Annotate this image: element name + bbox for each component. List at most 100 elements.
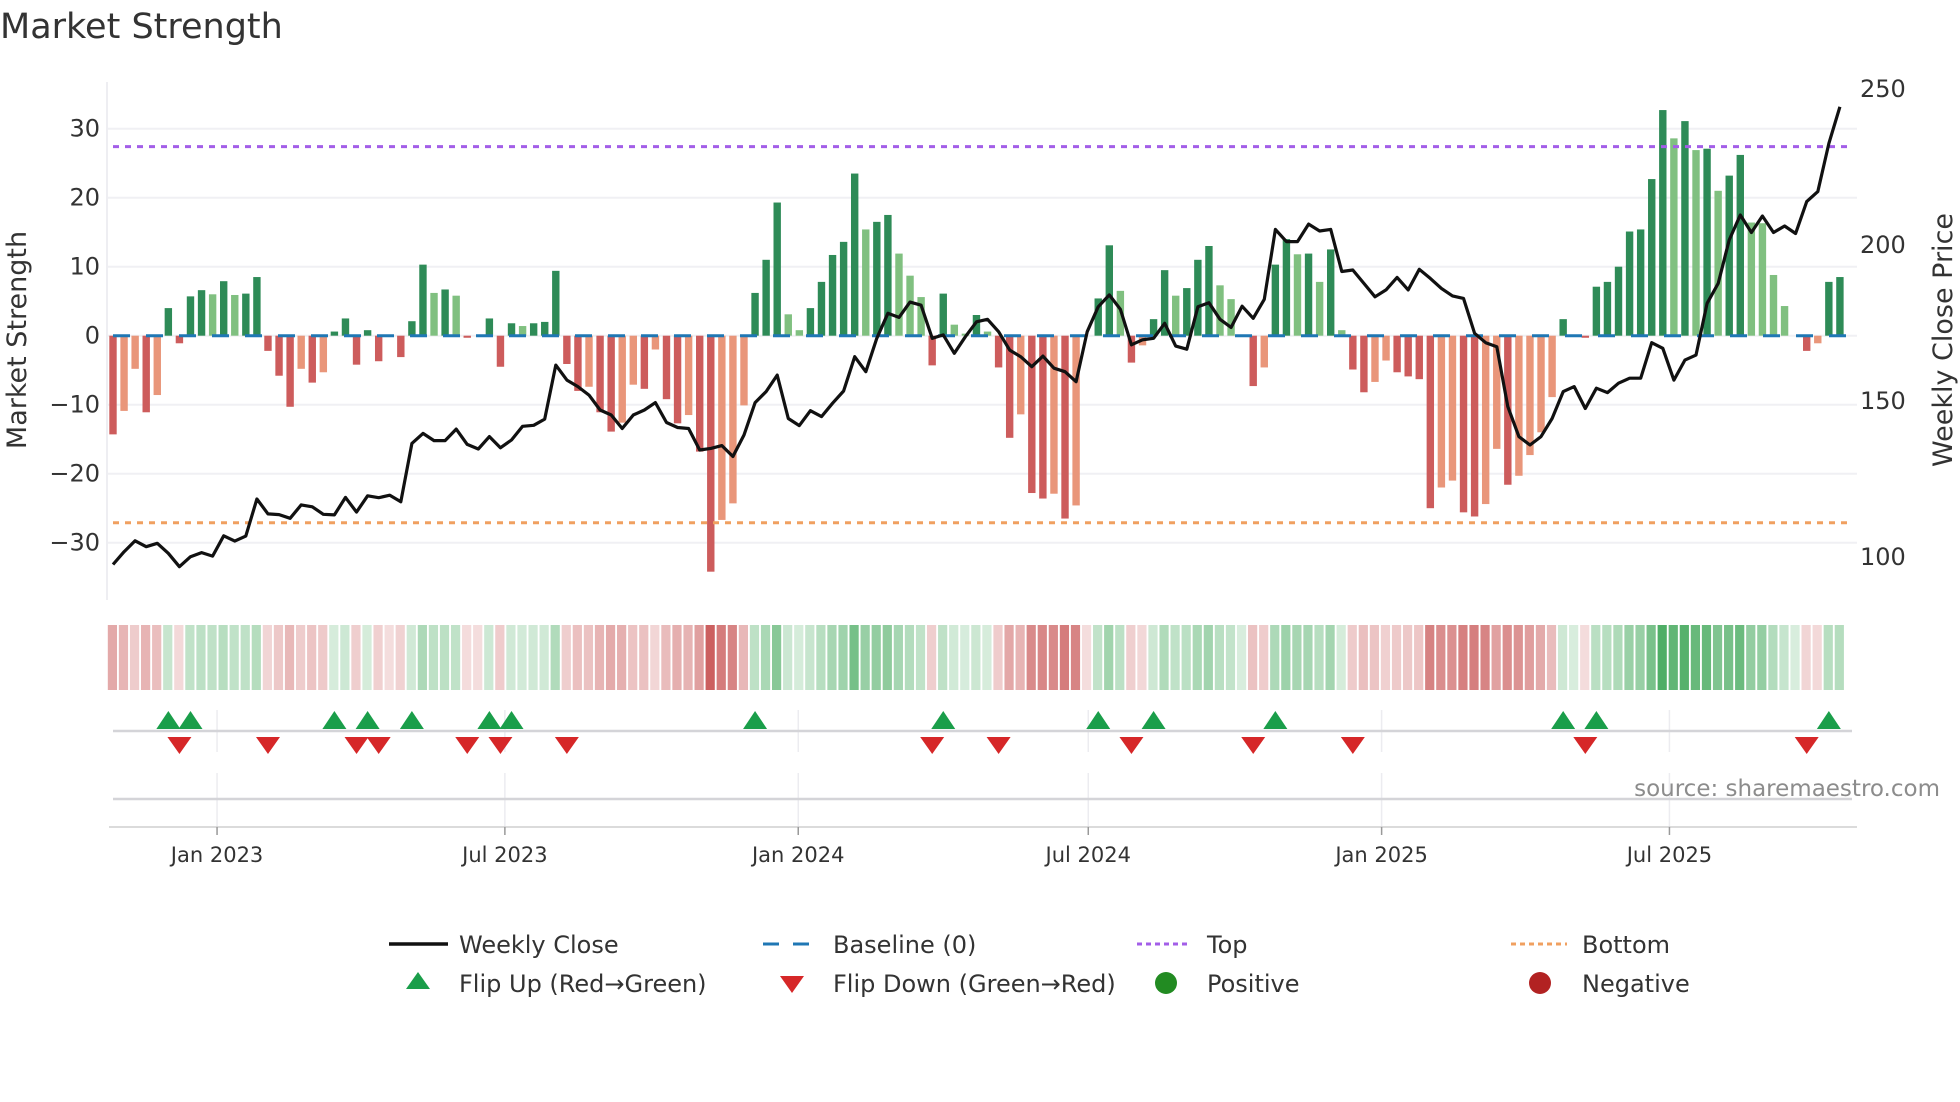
strip-cell (1281, 625, 1291, 690)
strength-bar (1747, 222, 1756, 336)
strength-bar (751, 292, 759, 336)
strip-cell (1303, 625, 1313, 690)
strip-cell (273, 625, 284, 690)
strip-cell (395, 625, 405, 690)
strip-cell (1259, 625, 1269, 690)
strength-bar (197, 290, 206, 336)
strip-cell (1126, 625, 1136, 690)
strip-cell (1004, 625, 1014, 690)
strength-bar (707, 335, 715, 572)
legend-negative[interactable]: Negative (1529, 970, 1690, 998)
legend-baseline[interactable]: Baseline (0) (763, 931, 976, 959)
strip-cell (1768, 625, 1778, 690)
right-axis-title: Weekly Close Price (1928, 213, 1959, 467)
flip-down-marker (554, 737, 579, 754)
flip-down-marker (1119, 737, 1144, 754)
left-axis-title: Market Strength (2, 231, 33, 449)
strip-cell (1757, 625, 1767, 690)
strip-cell (550, 625, 560, 690)
strength-bar (231, 294, 239, 336)
x-tick-label: Jan 2025 (1333, 843, 1428, 867)
strength-bar (120, 335, 128, 411)
strength-bar (441, 289, 449, 336)
strip-cell (982, 625, 992, 690)
strength-bar (253, 277, 261, 336)
x-tick-label: Jul 2024 (1044, 843, 1131, 867)
strength-bar (1293, 254, 1302, 336)
strip-cell (1170, 625, 1180, 690)
strip-cell (1834, 625, 1844, 690)
strip-cell (484, 625, 494, 690)
strip-cell (1436, 625, 1446, 690)
x-tick-label: Jan 2023 (169, 843, 264, 867)
strip-cell (1524, 625, 1534, 690)
strength-bar (1636, 229, 1645, 336)
strength-bar (552, 270, 560, 336)
strength-bar (1592, 286, 1601, 336)
flip-up-marker (1584, 711, 1609, 729)
strip-cell (960, 625, 970, 690)
strength-bar (950, 324, 959, 336)
strength-bar (1836, 277, 1844, 336)
legend-flip-down[interactable]: Flip Down (Green→Red) (780, 970, 1116, 998)
strip-cell (583, 625, 594, 690)
legend-top[interactable]: Top (1137, 931, 1248, 959)
legend-label: Top (1206, 931, 1248, 959)
y-tick-label: 0 (85, 322, 100, 350)
strength-bar (319, 335, 328, 373)
strip-cell (838, 625, 848, 690)
x-tick-label: Jan 2024 (750, 843, 845, 867)
strip-cell (1790, 625, 1800, 690)
strength-bar (1625, 231, 1634, 336)
strength-bar (1803, 335, 1811, 351)
strip-cell (1192, 625, 1202, 690)
legend-bottom[interactable]: Bottom (1511, 931, 1670, 959)
strength-bar (729, 335, 737, 504)
strip-cell (1735, 625, 1745, 690)
strip-cell (107, 625, 117, 690)
strip-cell (1325, 625, 1335, 690)
strength-bar (1758, 223, 1767, 336)
y2-tick-label: 200 (1860, 231, 1906, 259)
legend-flip-up[interactable]: Flip Up (Red→Green) (406, 970, 707, 998)
strength-bar (463, 335, 471, 338)
strip-cell (1137, 625, 1147, 690)
flip-down-marker (1794, 737, 1819, 754)
strength-bar (828, 254, 837, 336)
strip-cell (1613, 625, 1623, 690)
strip-cell (871, 625, 881, 690)
legend-positive[interactable]: Positive (1155, 970, 1300, 998)
strip-cell (1203, 625, 1213, 690)
strip-cell (1724, 625, 1734, 690)
strength-bars (109, 110, 1844, 572)
strength-bar (308, 335, 316, 383)
strip-cell (1380, 625, 1391, 690)
strength-bar (341, 318, 350, 336)
strip-cell (860, 625, 870, 690)
strength-bar (574, 335, 582, 391)
strip-cell (340, 625, 350, 690)
strip-cell (1402, 625, 1413, 690)
strength-bar (994, 335, 1003, 368)
strip-cell (1070, 625, 1081, 690)
strip-cell (1513, 625, 1523, 690)
strip-cell (849, 625, 859, 690)
strength-bar (1415, 335, 1423, 380)
strength-bar (596, 335, 604, 413)
strip-cell (1557, 625, 1568, 690)
strip-cell (307, 625, 317, 690)
strength-bar (352, 335, 361, 365)
strip-cell (207, 625, 217, 690)
strip-cell (351, 625, 361, 690)
strip-cell (517, 625, 527, 690)
strip-cell (915, 625, 926, 690)
strip-cell (1779, 625, 1789, 690)
strength-bar (1304, 253, 1313, 336)
strip-cell (639, 625, 649, 690)
strength-bar (242, 293, 250, 336)
strength-bar (740, 335, 748, 406)
legend-weekly-close[interactable]: Weekly Close (389, 931, 619, 959)
strength-bar (363, 330, 372, 336)
strength-bar (1692, 150, 1700, 336)
strength-bar (1315, 281, 1324, 336)
